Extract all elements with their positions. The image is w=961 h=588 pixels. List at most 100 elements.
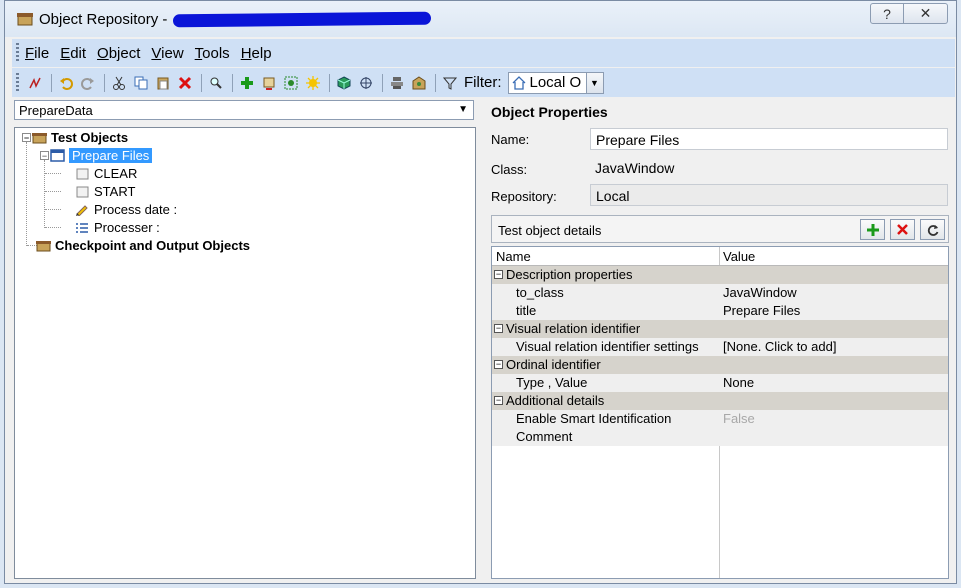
tree-node-label: Process date : (94, 202, 178, 217)
define-object-icon[interactable] (259, 73, 279, 93)
tree-node-clear[interactable]: CLEAR (74, 166, 137, 181)
section-ordinal-identifier[interactable]: − Ordinal identifier (492, 356, 948, 374)
add-property-button[interactable] (860, 219, 885, 240)
undo-icon[interactable] (56, 73, 76, 93)
property-name: Type , Value (516, 375, 588, 390)
star-icon[interactable] (303, 73, 323, 93)
test-object-details-header: Test object details (491, 215, 949, 243)
mark-icon[interactable] (25, 73, 45, 93)
table-row[interactable]: Visual relation identifier settings [Non… (492, 338, 948, 356)
name-field[interactable]: Prepare Files (590, 128, 948, 150)
remove-property-button[interactable] (890, 219, 915, 240)
menu-edit[interactable]: Edit (60, 43, 86, 64)
tree-node-processer[interactable]: Processer : (74, 220, 160, 235)
menu-file[interactable]: File (25, 43, 49, 64)
details-grid[interactable]: Name Value − Description properties to_c… (491, 246, 949, 579)
copy-icon[interactable] (131, 73, 151, 93)
column-header-value[interactable]: Value (723, 249, 755, 264)
property-value[interactable]: Prepare Files (723, 303, 800, 318)
class-value: JavaWindow (595, 160, 675, 176)
menu-view[interactable]: View (151, 43, 183, 64)
toolbar-separator (104, 73, 105, 92)
menu-grip[interactable] (16, 43, 19, 63)
window-title: Object Repository - (39, 11, 168, 28)
toolbar-grip[interactable] (16, 72, 19, 93)
menu-tools[interactable]: Tools (195, 43, 230, 64)
table-row[interactable]: Enable Smart Identification False (492, 410, 948, 428)
associate-icon[interactable] (387, 73, 407, 93)
delete-icon[interactable] (175, 73, 195, 93)
find-icon[interactable] (206, 73, 226, 93)
object-properties-heading: Object Properties (491, 104, 608, 120)
paste-icon[interactable] (153, 73, 173, 93)
property-value[interactable]: [None. Click to add] (723, 339, 836, 354)
tree-node-process-date[interactable]: Process date : (74, 202, 177, 217)
edit-field-icon (74, 203, 90, 217)
collapse-icon[interactable]: − (494, 396, 503, 405)
column-header-name[interactable]: Name (496, 249, 531, 264)
title-bar[interactable]: Object Repository - ? ✕ (5, 1, 956, 37)
add-object-icon[interactable] (237, 73, 257, 93)
section-visual-relation-identifier[interactable]: − Visual relation identifier (492, 320, 948, 338)
section-additional-details[interactable]: − Additional details (492, 392, 948, 410)
button-icon (74, 185, 90, 199)
tree-connector (45, 191, 61, 192)
help-button[interactable]: ? (870, 3, 904, 24)
table-row[interactable]: Comment (492, 428, 948, 446)
highlight-icon[interactable] (281, 73, 301, 93)
property-value[interactable]: JavaWindow (723, 285, 797, 300)
redo-icon[interactable] (78, 73, 98, 93)
collapse-icon[interactable]: − (494, 270, 503, 279)
button-icon (74, 167, 90, 181)
chevron-down-icon[interactable]: ▼ (585, 72, 603, 93)
grid-header: Name Value (492, 247, 948, 266)
table-row[interactable]: Type , Value None (492, 374, 948, 392)
chevron-down-icon[interactable]: ▼ (458, 104, 468, 115)
tree-node-label: Checkpoint and Output Objects (55, 238, 251, 253)
property-value: False (723, 411, 755, 426)
close-button[interactable]: ✕ (904, 3, 948, 24)
tree-node-start[interactable]: START (74, 184, 135, 199)
filter-dropdown[interactable]: Local O ▼ (507, 71, 604, 94)
property-name: title (516, 303, 537, 318)
property-value[interactable]: None (723, 375, 754, 390)
plus-icon (866, 223, 879, 236)
toolbar-separator (329, 73, 330, 92)
section-label: Visual relation identifier (506, 321, 641, 336)
menu-object[interactable]: Object (97, 43, 140, 64)
property-name: Visual relation identifier settings (516, 339, 699, 354)
object-tree[interactable]: − Test Objects − Prepare Files CLEAR STA… (14, 127, 476, 579)
object-spy-icon[interactable] (334, 73, 354, 93)
repository-manager-icon[interactable] (409, 73, 429, 93)
property-name: to_class (516, 285, 564, 300)
refresh-button[interactable] (920, 219, 945, 240)
repository-icon (31, 131, 47, 145)
class-label: Class: (491, 162, 528, 177)
test-object-details-label: Test object details (498, 223, 602, 238)
section-description-properties[interactable]: − Description properties (492, 266, 948, 284)
crosshair-icon[interactable] (356, 73, 376, 93)
tree-node-prepare-files[interactable]: − Prepare Files (40, 148, 153, 163)
table-row[interactable]: title Prepare Files (492, 302, 948, 320)
repository-select[interactable]: PrepareData ▼ (14, 100, 474, 120)
tree-node-checkpoints[interactable]: Checkpoint and Output Objects (35, 238, 250, 253)
collapse-icon[interactable]: − (22, 133, 31, 143)
close-icon (897, 224, 908, 235)
tree-node-test-objects[interactable]: − Test Objects (22, 130, 128, 145)
filter-icon (440, 73, 460, 93)
collapse-icon[interactable]: − (40, 151, 49, 161)
collapse-icon[interactable]: − (494, 324, 503, 333)
window-icon (49, 149, 65, 163)
table-row[interactable]: to_class JavaWindow (492, 284, 948, 302)
menu-help[interactable]: Help (241, 43, 272, 64)
object-repository-window: Object Repository - ? ✕ File Edit Object… (4, 0, 957, 584)
tree-connector (45, 209, 61, 210)
toolbar-separator (435, 73, 436, 92)
toolbar-separator (382, 73, 383, 92)
tree-connector (45, 173, 61, 174)
cut-icon[interactable] (109, 73, 129, 93)
repository-label: Repository: (491, 189, 557, 204)
collapse-icon[interactable]: − (494, 360, 503, 369)
section-label: Description properties (506, 267, 633, 282)
tree-node-label: Test Objects (51, 130, 129, 145)
